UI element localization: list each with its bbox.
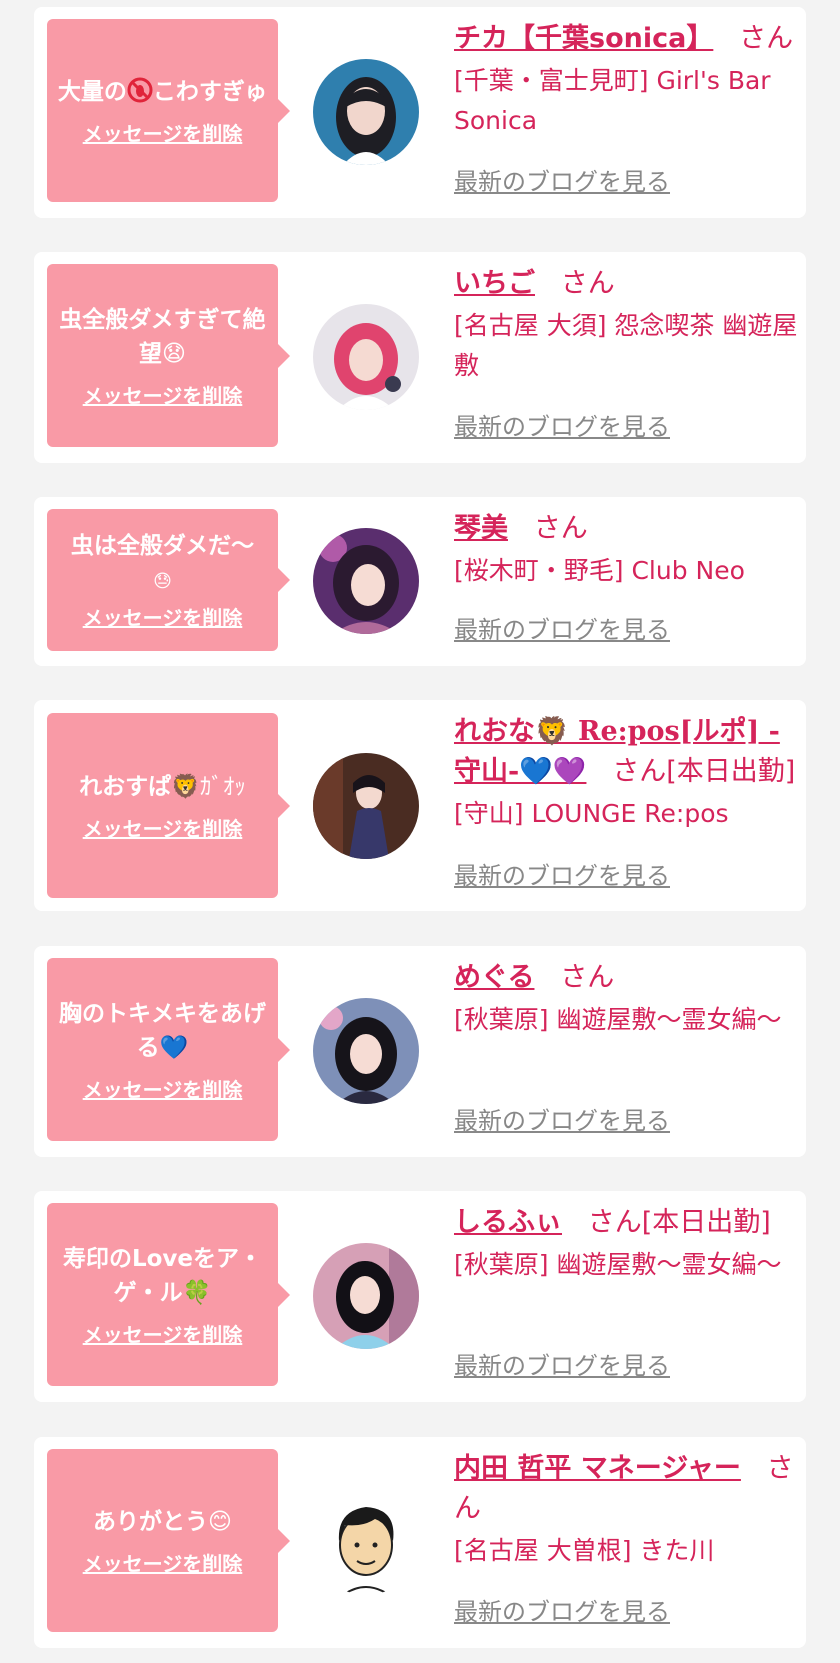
shop-label: [千葉・富士見町] Girl's Bar Sonica bbox=[454, 66, 771, 135]
latest-blog-link[interactable]: 最新のブログを見る bbox=[454, 1351, 670, 1381]
message-card: 虫全般ダメすぎて絶望😧 メッセージを削除 いちご さん [名古屋 大須] 怨念喫… bbox=[34, 252, 806, 463]
sender-name-line: れおな🦁 Re:pos[ルポ] -守山-💙💜 さん[本日出勤] bbox=[454, 712, 800, 792]
message-text: 胸のトキメキをあげる💙 bbox=[55, 997, 270, 1065]
sender-info: いちご さん [名古屋 大須] 怨念喫茶 幽遊屋敷 bbox=[454, 264, 800, 386]
delete-message-link[interactable]: メッセージを削除 bbox=[83, 1077, 243, 1103]
shop-label: [守山] LOUNGE Re:pos bbox=[454, 799, 729, 828]
lion-icon: 🦁 bbox=[171, 773, 200, 800]
delete-message-link[interactable]: メッセージを削除 bbox=[83, 816, 243, 842]
honorific: さん bbox=[560, 268, 615, 299]
honorific: さん bbox=[739, 23, 794, 54]
sender-name-line: チカ【千葉sonica】 さん bbox=[454, 19, 800, 59]
message-bubble: 寿印のLoveをア・ゲ・ル🍀 メッセージを削除 bbox=[47, 1203, 290, 1386]
four-leaf-clover-icon: 🍀 bbox=[182, 1279, 212, 1306]
shop-label: [名古屋 大曽根] きた川 bbox=[454, 1536, 715, 1565]
sender-info: しるふぃ さん[本日出勤] [秋葉原] 幽遊屋敷〜霊女編〜 bbox=[454, 1203, 800, 1285]
status-label: [本日出勤] bbox=[666, 756, 796, 787]
message-text: れおすぱ🦁ｶﾞｵｯ bbox=[79, 770, 246, 804]
sender-info: 琴美 さん [桜木町・野毛] Club Neo bbox=[454, 509, 800, 591]
delete-message-link[interactable]: メッセージを削除 bbox=[83, 1551, 243, 1577]
message-bubble: ありがとう😊 メッセージを削除 bbox=[47, 1449, 290, 1632]
honorific: さん bbox=[587, 1207, 642, 1238]
latest-blog-link[interactable]: 最新のブログを見る bbox=[454, 412, 670, 442]
latest-blog-link[interactable]: 最新のブログを見る bbox=[454, 1106, 670, 1136]
delete-message-link[interactable]: メッセージを削除 bbox=[83, 1322, 243, 1348]
anguished-face-icon: 😧 bbox=[162, 340, 186, 367]
honorific: さん bbox=[560, 962, 615, 993]
message-card: 寿印のLoveをア・ゲ・ル🍀 メッセージを削除 しるふぃ さん[本日出勤] [秋… bbox=[34, 1191, 806, 1402]
sender-info: れおな🦁 Re:pos[ルポ] -守山-💙💜 さん[本日出勤] [守山] LOU… bbox=[454, 712, 800, 834]
shop-label: [名古屋 大須] 怨念喫茶 幽遊屋敷 bbox=[454, 311, 798, 380]
sender-name-line: いちご さん bbox=[454, 264, 800, 304]
sender-name-link[interactable]: しるふぃ bbox=[454, 1207, 562, 1238]
message-bubble: 虫は全般ダメだ〜 😓 メッセージを削除 bbox=[47, 509, 290, 651]
avatar[interactable] bbox=[313, 753, 419, 859]
message-text: ありがとう😊 bbox=[93, 1505, 232, 1539]
sender-info: めぐる さん [秋葉原] 幽遊屋敷〜霊女編〜 bbox=[454, 958, 800, 1040]
delete-message-link[interactable]: メッセージを削除 bbox=[83, 605, 243, 631]
blue-heart-icon: 💙 bbox=[159, 1034, 189, 1061]
avatar[interactable] bbox=[313, 1489, 419, 1595]
sender-name-link[interactable]: 琴美 bbox=[454, 513, 508, 544]
shop-label: [秋葉原] 幽遊屋敷〜霊女編〜 bbox=[454, 1250, 782, 1279]
shop-label: [秋葉原] 幽遊屋敷〜霊女編〜 bbox=[454, 1005, 782, 1034]
message-list: 大量の こわすぎゅ メッセージを削除 チカ【千葉sonica】 さん [千葉・富士… bbox=[0, 0, 840, 1663]
latest-blog-link[interactable]: 最新のブログを見る bbox=[454, 167, 670, 197]
message-text: 大量の こわすぎゅ bbox=[58, 75, 267, 109]
avatar[interactable] bbox=[313, 304, 419, 410]
status-label: [本日出勤] bbox=[641, 1207, 771, 1238]
sender-name-line: しるふぃ さん[本日出勤] bbox=[454, 1203, 800, 1243]
message-card: 胸のトキメキをあげる💙 メッセージを削除 めぐる さん [秋葉原] 幽遊屋敷〜霊… bbox=[34, 946, 806, 1157]
shop-label: [桜木町・野毛] Club Neo bbox=[454, 556, 745, 585]
sender-name-line: 琴美 さん bbox=[454, 509, 800, 549]
smiling-face-icon: 😊 bbox=[208, 1508, 232, 1535]
latest-blog-link[interactable]: 最新のブログを見る bbox=[454, 1597, 670, 1627]
latest-blog-link[interactable]: 最新のブログを見る bbox=[454, 861, 670, 891]
message-text: 虫は全般ダメだ〜 😓 bbox=[71, 529, 254, 599]
sender-name-link[interactable]: 内田 哲平 マネージャー bbox=[454, 1453, 741, 1484]
message-card: 虫は全般ダメだ〜 😓 メッセージを削除 琴美 さん [桜木町・野毛] Club N… bbox=[34, 497, 806, 666]
delete-message-link[interactable]: メッセージを削除 bbox=[83, 383, 243, 409]
no-bugs-emoji-icon bbox=[127, 75, 153, 109]
sender-name-line: めぐる さん bbox=[454, 958, 800, 998]
message-card: 大量の こわすぎゅ メッセージを削除 チカ【千葉sonica】 さん [千葉・富士… bbox=[34, 7, 806, 218]
message-card: れおすぱ🦁ｶﾞｵｯ メッセージを削除 れおな🦁 Re:pos[ルポ] -守山-💙… bbox=[34, 700, 806, 911]
sender-info: 内田 哲平 マネージャー さん [名古屋 大曽根] きた川 bbox=[454, 1449, 800, 1571]
delete-message-link[interactable]: メッセージを削除 bbox=[83, 121, 243, 147]
honorific: さん bbox=[612, 756, 667, 787]
sender-name-link[interactable]: いちご bbox=[454, 268, 535, 299]
message-text: 虫全般ダメすぎて絶望😧 bbox=[55, 303, 270, 371]
message-card: ありがとう😊 メッセージを削除 内田 哲平 マネージャー さん [名古屋 大曽根… bbox=[34, 1437, 806, 1648]
message-bubble: 虫全般ダメすぎて絶望😧 メッセージを削除 bbox=[47, 264, 290, 447]
sweat-face-icon: 😓 bbox=[153, 571, 172, 592]
avatar[interactable] bbox=[313, 528, 419, 634]
message-bubble: 胸のトキメキをあげる💙 メッセージを削除 bbox=[47, 958, 290, 1141]
avatar[interactable] bbox=[313, 998, 419, 1104]
sender-info: チカ【千葉sonica】 さん [千葉・富士見町] Girl's Bar Son… bbox=[454, 19, 800, 141]
message-bubble: 大量の こわすぎゅ メッセージを削除 bbox=[47, 19, 290, 202]
sender-name-link[interactable]: めぐる bbox=[454, 962, 534, 993]
sender-name-link[interactable]: チカ【千葉sonica】 bbox=[454, 23, 713, 54]
message-text: 寿印のLoveをア・ゲ・ル🍀 bbox=[55, 1242, 270, 1310]
honorific: さん bbox=[533, 513, 588, 544]
message-bubble: れおすぱ🦁ｶﾞｵｯ メッセージを削除 bbox=[47, 713, 290, 898]
sender-name-line: 内田 哲平 マネージャー さん bbox=[454, 1449, 800, 1529]
avatar[interactable] bbox=[313, 59, 419, 165]
avatar[interactable] bbox=[313, 1243, 419, 1349]
latest-blog-link[interactable]: 最新のブログを見る bbox=[454, 615, 670, 645]
